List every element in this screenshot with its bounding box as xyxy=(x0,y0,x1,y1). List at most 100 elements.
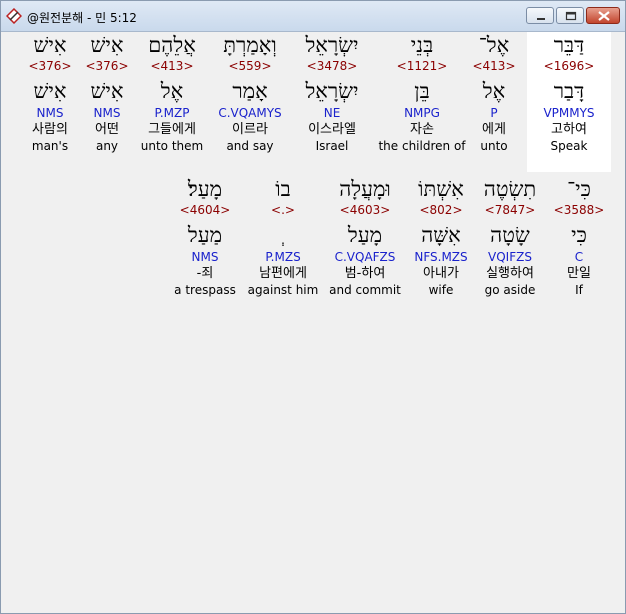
strong-number: <1696> xyxy=(543,59,595,73)
korean-gloss: 아내가 xyxy=(423,266,459,281)
strong-number: <802> xyxy=(419,203,463,217)
title-bar[interactable]: @원전분해 - 민 5:12 xyxy=(1,1,625,32)
english-gloss: If xyxy=(575,283,583,297)
morphology: C.VQAFZS xyxy=(334,250,396,264)
korean-gloss: 만일 xyxy=(567,266,591,281)
word-cell[interactable]: וּמָעֲלָה <4603> מָעַל C.VQAFZS 범-하여 and… xyxy=(327,176,403,298)
maximize-icon xyxy=(565,11,577,21)
english-gloss: man's xyxy=(31,139,69,153)
strong-number: <559> xyxy=(228,59,272,73)
root-word: כִּי xyxy=(571,223,587,247)
word-cell[interactable]: אִישׁ <376> אִישׁ NMS 어떤 any xyxy=(79,32,135,154)
hebrew-word: אֲלֵהֶם xyxy=(148,33,196,57)
root-word: יִשְׂרָאֵל xyxy=(305,79,359,103)
hebrew-word: אִישׁ xyxy=(33,33,67,57)
korean-gloss: 어떤 xyxy=(95,122,119,137)
hebrew-word: מָעַל׃ xyxy=(187,177,223,201)
word-cell[interactable]: וְאָמַרְתָּ <559> אָמַר C.VQAMYS 이르라 and… xyxy=(212,32,288,154)
root-word: בֵּן xyxy=(414,79,430,103)
maximize-button[interactable] xyxy=(556,7,584,24)
english-gloss: Israel xyxy=(315,139,349,153)
strong-number: <376> xyxy=(28,59,72,73)
minimize-button[interactable] xyxy=(526,7,554,24)
english-gloss: unto them xyxy=(140,139,204,153)
english-gloss: wife xyxy=(428,283,454,297)
close-button[interactable] xyxy=(586,7,620,24)
root-word: מָעַל xyxy=(347,223,383,247)
close-icon xyxy=(598,11,610,21)
strong-number: <3588> xyxy=(553,203,605,217)
window-title: @원전분해 - 민 5:12 xyxy=(27,11,137,25)
hebrew-word: תִשְׂטֶה xyxy=(483,177,537,201)
word-cell[interactable]: אִשְׁתּוֹ <802> אִשָּׁה NFS.MZS 아내가 wife xyxy=(404,176,478,298)
strong-number: <.> xyxy=(271,203,295,217)
root-word: אָמַר xyxy=(232,79,268,103)
morphology: NE xyxy=(323,106,341,120)
app-window: @원전분해 - 민 5:12 דַּבֵּר <1696> דָּבַר VPM… xyxy=(0,0,626,614)
hebrew-word: אִשְׁתּוֹ xyxy=(418,177,464,201)
korean-gloss: 사람의 xyxy=(32,122,68,137)
word-analysis-area: דַּבֵּר <1696> דָּבַר VPMMYS 고하여 Speak א… xyxy=(1,32,625,613)
korean-gloss: 남편에게 xyxy=(259,266,307,281)
korean-gloss: 실행하여 xyxy=(486,266,534,281)
korean-gloss: 이스라엘 xyxy=(308,122,356,137)
app-icon xyxy=(5,7,23,25)
korean-gloss: 자손 xyxy=(410,122,434,137)
strong-number: <7847> xyxy=(484,203,536,217)
morphology: NMS xyxy=(36,106,64,120)
strong-number: <3478> xyxy=(306,59,358,73)
morphology: C xyxy=(574,250,584,264)
english-gloss: the children of xyxy=(378,139,466,153)
morphology: NMS xyxy=(191,250,219,264)
english-gloss: Speak xyxy=(550,139,588,153)
root-word: אִישׁ xyxy=(90,79,124,103)
korean-gloss: 이르라 xyxy=(232,122,268,137)
root-word: אִשָּׁה xyxy=(421,223,461,247)
word-cell[interactable]: אִישׁ <376> אִישׁ NMS 사람의 man's xyxy=(21,32,79,154)
morphology: P.MZP xyxy=(154,106,190,120)
korean-gloss: 고하여 xyxy=(551,122,587,137)
strong-number: <4604> xyxy=(179,203,231,217)
root-word: דָּבַר xyxy=(553,79,585,103)
word-cell[interactable]: בוֹ <.> ְ P.MZS 남편에게 against him xyxy=(245,176,321,298)
hebrew-word: בוֹ xyxy=(275,177,291,201)
word-cell[interactable]: יִשְׂרָאֵל <3478> יִשְׂרָאֵל NE 이스라엘 Isr… xyxy=(295,32,369,154)
word-cell[interactable]: כִּי־ <3588> כִּי C 만일 If xyxy=(547,176,611,298)
morphology: P.MZS xyxy=(265,250,301,264)
english-gloss: against him xyxy=(247,283,319,297)
word-cell[interactable]: דַּבֵּר <1696> דָּבַר VPMMYS 고하여 Speak xyxy=(527,32,611,172)
morphology: NFS.MZS xyxy=(414,250,468,264)
root-word: מַעַל xyxy=(187,223,223,247)
korean-gloss: 범-하여 xyxy=(344,266,386,281)
morphology: NMS xyxy=(93,106,121,120)
hebrew-word: יִשְׂרָאֵל xyxy=(305,33,359,57)
word-cell[interactable]: מָעַל׃ <4604> מַעַל NMS -죄 a trespass xyxy=(167,176,243,298)
strong-number: <4603> xyxy=(339,203,391,217)
hebrew-word: אִישׁ xyxy=(90,33,124,57)
hebrew-word: דַּבֵּר xyxy=(553,33,585,57)
english-gloss: and commit xyxy=(329,283,401,297)
hebrew-word: וְאָמַרְתָּ xyxy=(223,33,277,57)
root-word: אֶל xyxy=(160,79,184,103)
strong-number: <376> xyxy=(85,59,129,73)
hebrew-word: בְּנֵי xyxy=(410,33,434,57)
english-gloss: go aside xyxy=(484,283,536,297)
root-word: שָׂטָה xyxy=(490,223,530,247)
korean-gloss: 그들에게 xyxy=(148,122,196,137)
word-cell[interactable]: תִשְׂטֶה <7847> שָׂטָה VQIFZS 실행하여 go as… xyxy=(473,176,547,298)
word-cell[interactable]: בְּנֵי <1121> בֵּן NMPG 자손 the children … xyxy=(374,32,470,154)
word-cell[interactable]: אֲלֵהֶם <413> אֶל P.MZP 그들에게 unto them xyxy=(135,32,209,154)
morphology: VQIFZS xyxy=(488,250,532,264)
korean-gloss: -죄 xyxy=(196,266,214,281)
english-gloss: a trespass xyxy=(174,283,236,297)
morphology: C.VQAMYS xyxy=(218,106,282,120)
strong-number: <413> xyxy=(150,59,194,73)
strong-number: <1121> xyxy=(396,59,448,73)
root-word: אִישׁ xyxy=(33,79,67,103)
minimize-icon xyxy=(537,18,545,20)
english-gloss: any xyxy=(95,139,119,153)
hebrew-word: וּמָעֲלָה xyxy=(339,177,391,201)
morphology: NMPG xyxy=(404,106,440,120)
hebrew-word: כִּי־ xyxy=(567,177,591,201)
morphology: VPMMYS xyxy=(543,106,595,120)
